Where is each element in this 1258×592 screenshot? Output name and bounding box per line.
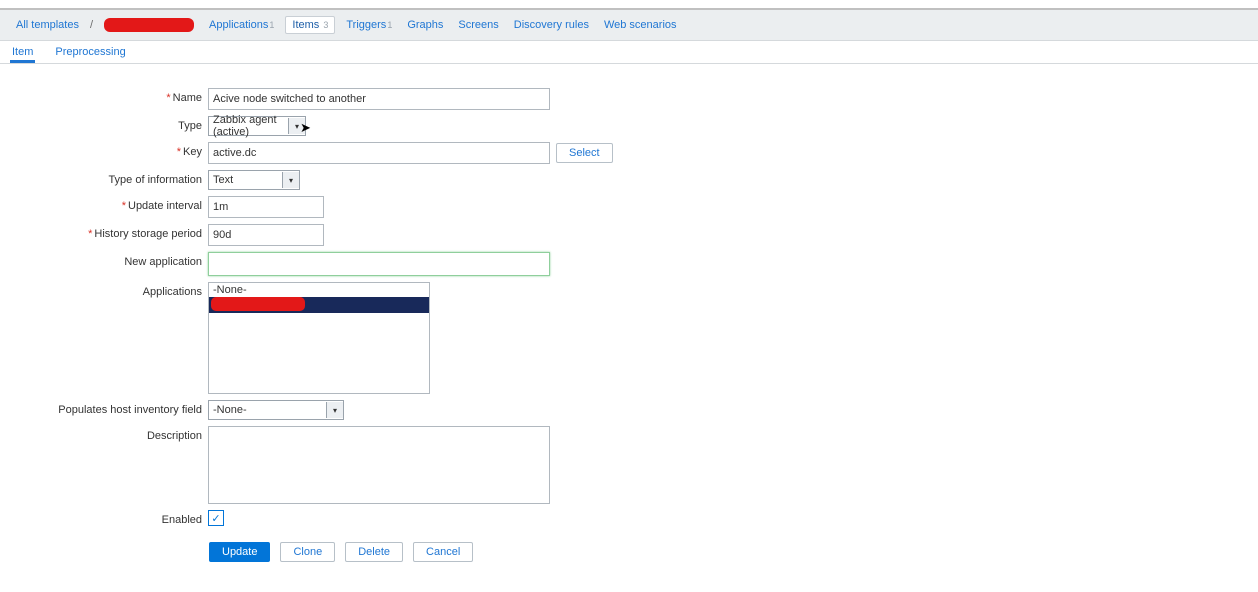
description-textarea[interactable] xyxy=(208,426,550,504)
cancel-button[interactable]: Cancel xyxy=(413,542,473,562)
label-enabled: Enabled xyxy=(0,510,208,526)
applications-option-redacted xyxy=(211,297,305,311)
applications-option-selected[interactable] xyxy=(209,297,429,313)
label-name: *Name xyxy=(0,88,208,104)
info-type-value: Text xyxy=(209,174,282,186)
info-type-select[interactable]: Text ▾ xyxy=(208,170,300,190)
applications-option-none[interactable]: -None- xyxy=(209,283,429,297)
bc-template-name-redacted xyxy=(104,18,194,32)
inventory-value: -None- xyxy=(209,404,326,416)
applications-listbox[interactable]: -None- xyxy=(208,282,430,394)
name-input[interactable] xyxy=(208,88,550,110)
label-key: *Key xyxy=(0,142,208,158)
key-input[interactable] xyxy=(208,142,550,164)
bc-all-templates[interactable]: All templates xyxy=(12,16,83,34)
breadcrumb-nav: All templates / Applications1 Items 3 Tr… xyxy=(0,10,1258,41)
label-info-type: Type of information xyxy=(0,170,208,186)
bc-triggers-count: 1 xyxy=(387,20,392,30)
chevron-down-icon: ▾ xyxy=(288,118,305,134)
enabled-checkbox[interactable]: ✓ xyxy=(208,510,224,526)
label-description: Description xyxy=(0,426,208,442)
bc-items[interactable]: Items 3 xyxy=(285,16,335,34)
form: *Name Type Zabbix agent (active) ▾ ➤ *Ke… xyxy=(0,64,1258,592)
tab-preprocessing[interactable]: Preprocessing xyxy=(53,42,127,63)
clone-button[interactable]: Clone xyxy=(280,542,335,562)
chevron-down-icon: ▾ xyxy=(282,172,299,188)
update-interval-input[interactable] xyxy=(208,196,324,218)
new-application-input[interactable] xyxy=(208,252,550,276)
bc-screens[interactable]: Screens xyxy=(454,16,502,34)
bc-items-count: 3 xyxy=(323,20,328,30)
tab-item[interactable]: Item xyxy=(10,42,35,63)
history-input[interactable] xyxy=(208,224,324,246)
label-new-app: New application xyxy=(0,252,208,268)
delete-button[interactable]: Delete xyxy=(345,542,403,562)
label-history: *History storage period xyxy=(0,224,208,240)
bc-items-label: Items xyxy=(292,19,319,31)
bc-graphs[interactable]: Graphs xyxy=(403,16,447,34)
tabs: Item Preprocessing xyxy=(0,41,1258,64)
bc-web-scenarios[interactable]: Web scenarios xyxy=(600,16,681,34)
update-button[interactable]: Update xyxy=(209,542,270,562)
bc-applications-label: Applications xyxy=(209,19,268,31)
type-select[interactable]: Zabbix agent (active) ▾ xyxy=(208,116,306,136)
bc-sep: / xyxy=(90,19,93,31)
bc-triggers-label: Triggers xyxy=(346,19,386,31)
bc-triggers[interactable]: Triggers1 xyxy=(342,16,396,34)
label-update-interval: *Update interval xyxy=(0,196,208,212)
type-select-value: Zabbix agent (active) xyxy=(209,114,288,138)
label-inventory: Populates host inventory field xyxy=(0,400,208,416)
inventory-select[interactable]: -None- ▾ xyxy=(208,400,344,420)
label-applications: Applications xyxy=(0,282,208,298)
bc-applications-count: 1 xyxy=(269,20,274,30)
top-strip xyxy=(0,0,1258,10)
bc-discovery-rules[interactable]: Discovery rules xyxy=(510,16,593,34)
bc-applications[interactable]: Applications1 xyxy=(205,16,278,34)
select-key-button[interactable]: Select xyxy=(556,143,613,163)
chevron-down-icon: ▾ xyxy=(326,402,343,418)
label-type: Type xyxy=(0,116,208,132)
action-buttons: Update Clone Delete Cancel xyxy=(209,542,1258,562)
